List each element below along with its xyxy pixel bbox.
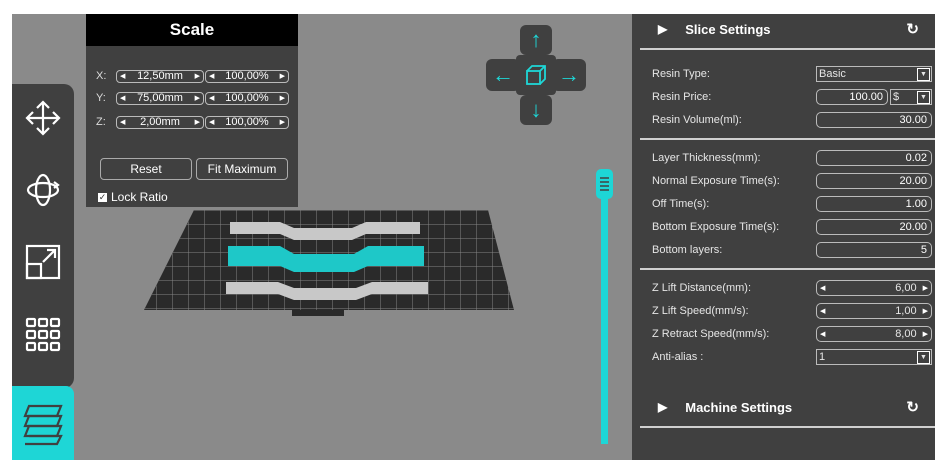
percent-x-stepper[interactable]: ◀ 100,00% ▶ bbox=[205, 69, 289, 83]
anti-alias-row: Anti-alias : 1 ▼ bbox=[652, 349, 932, 367]
rotate-icon[interactable] bbox=[12, 158, 74, 222]
resin-price-field[interactable]: 100.00 bbox=[816, 89, 888, 105]
slice-settings-header[interactable]: ▶ Slice Settings ↻ bbox=[632, 14, 935, 44]
arrow-down-icon[interactable]: ↓ bbox=[520, 95, 552, 125]
view-navigation: ↑ ↓ ← → bbox=[486, 25, 586, 125]
anti-alias-select[interactable]: 1 ▼ bbox=[816, 349, 932, 365]
divider bbox=[640, 426, 935, 428]
resin-type-row: Resin Type: Basic ▼ bbox=[652, 66, 932, 84]
divider bbox=[640, 48, 935, 50]
normal-exposure-row: Normal Exposure Time(s): 20.00 bbox=[652, 173, 932, 191]
machine-settings-header[interactable]: ▶ Machine Settings ↻ bbox=[632, 392, 935, 422]
decrement-icon[interactable]: ◀ bbox=[820, 330, 825, 338]
decrement-icon[interactable]: ◀ bbox=[120, 94, 125, 102]
percent-z-stepper[interactable]: ◀ 100,00% ▶ bbox=[205, 115, 289, 129]
axis-label: Y: bbox=[96, 92, 106, 104]
scale-title: Scale bbox=[86, 14, 298, 46]
bottom-exposure-row: Bottom Exposure Time(s): 20.00 bbox=[652, 219, 932, 237]
decrement-icon[interactable]: ◀ bbox=[820, 284, 825, 292]
z-lift-speed-stepper[interactable]: ◀ 1,00 ▶ bbox=[816, 303, 932, 319]
checkmark-icon[interactable]: ✓ bbox=[98, 192, 107, 202]
decrement-icon[interactable]: ◀ bbox=[120, 72, 125, 80]
decrement-icon[interactable]: ◀ bbox=[209, 72, 214, 80]
increment-icon[interactable]: ▶ bbox=[923, 330, 928, 338]
expand-triangle-icon[interactable]: ▶ bbox=[658, 400, 667, 414]
decrement-icon[interactable]: ◀ bbox=[820, 307, 825, 315]
bottom-layers-field[interactable]: 5 bbox=[816, 242, 932, 258]
z-retract-speed-stepper[interactable]: ◀ 8,00 ▶ bbox=[816, 326, 932, 342]
increment-icon[interactable]: ▶ bbox=[923, 284, 928, 292]
slice-settings-title: Slice Settings bbox=[685, 21, 771, 37]
axis-label: X: bbox=[96, 70, 107, 82]
cube-view-icon[interactable] bbox=[516, 55, 556, 95]
arrow-up-icon[interactable]: ↑ bbox=[520, 25, 552, 55]
decrement-icon[interactable]: ◀ bbox=[209, 118, 214, 126]
axis-label: Z: bbox=[96, 116, 106, 128]
dropdown-arrow-icon[interactable]: ▼ bbox=[917, 351, 930, 364]
currency-select[interactable]: $ ▼ bbox=[890, 89, 932, 105]
scale-icon[interactable] bbox=[12, 230, 74, 294]
increment-icon[interactable]: ▶ bbox=[195, 94, 200, 102]
increment-icon[interactable]: ▶ bbox=[195, 118, 200, 126]
off-time-field[interactable]: 1.00 bbox=[816, 196, 932, 212]
scale-panel: Scale X: ◀ 12,50mm ▶ ◀ 100,00% ▶ Y: ◀ 75… bbox=[86, 14, 298, 207]
layer-thickness-field[interactable]: 0.02 bbox=[816, 150, 932, 166]
size-z-stepper[interactable]: ◀ 2,00mm ▶ bbox=[116, 115, 204, 129]
divider bbox=[640, 268, 935, 270]
scale-row-y: Y: ◀ 75,00mm ▶ ◀ 100,00% ▶ bbox=[96, 90, 289, 106]
expand-triangle-icon[interactable]: ▶ bbox=[658, 22, 667, 36]
scale-row-x: X: ◀ 12,50mm ▶ ◀ 100,00% ▶ bbox=[96, 68, 289, 84]
scale-row-z: Z: ◀ 2,00mm ▶ ◀ 100,00% ▶ bbox=[96, 114, 289, 130]
decrement-icon[interactable]: ◀ bbox=[120, 118, 125, 126]
lock-ratio-checkbox[interactable]: ✓ Lock Ratio bbox=[98, 190, 168, 204]
3d-viewport[interactable]: Scale X: ◀ 12,50mm ▶ ◀ 100,00% ▶ Y: ◀ 75… bbox=[12, 14, 632, 460]
increment-icon[interactable]: ▶ bbox=[280, 118, 285, 126]
settings-panel: ▶ Slice Settings ↻ Resin Type: Basic ▼ R… bbox=[632, 14, 935, 460]
bottom-exposure-field[interactable]: 20.00 bbox=[816, 219, 932, 235]
divider bbox=[640, 138, 935, 140]
resin-volume-field[interactable]: 30.00 bbox=[816, 112, 932, 128]
dropdown-arrow-icon[interactable]: ▼ bbox=[917, 68, 930, 81]
off-time-row: Off Time(s): 1.00 bbox=[652, 196, 932, 214]
layer-thickness-row: Layer Thickness(mm): 0.02 bbox=[652, 150, 932, 168]
percent-y-stepper[interactable]: ◀ 100,00% ▶ bbox=[205, 91, 289, 105]
reset-button[interactable]: Reset bbox=[100, 158, 192, 180]
increment-icon[interactable]: ▶ bbox=[923, 307, 928, 315]
resin-volume-row: Resin Volume(ml): 30.00 bbox=[652, 112, 932, 130]
increment-icon[interactable]: ▶ bbox=[280, 94, 285, 102]
z-lift-speed-row: Z Lift Speed(mm/s): ◀ 1,00 ▶ bbox=[652, 303, 932, 321]
arrow-right-icon[interactable]: → bbox=[552, 59, 586, 91]
normal-exposure-field[interactable]: 20.00 bbox=[816, 173, 932, 189]
resin-price-row: Resin Price: 100.00 $ ▼ bbox=[652, 89, 932, 107]
lock-ratio-label: Lock Ratio bbox=[111, 190, 168, 204]
layer-slider-track[interactable] bbox=[601, 192, 608, 444]
move-icon[interactable] bbox=[12, 86, 74, 150]
arrange-icon[interactable] bbox=[12, 302, 74, 366]
refresh-icon[interactable]: ↻ bbox=[906, 20, 919, 38]
resin-type-select[interactable]: Basic ▼ bbox=[816, 66, 932, 82]
bottom-layers-row: Bottom layers: 5 bbox=[652, 242, 932, 260]
z-lift-distance-row: Z Lift Distance(mm): ◀ 6,00 ▶ bbox=[652, 280, 932, 298]
increment-icon[interactable]: ▶ bbox=[280, 72, 285, 80]
layers-icon[interactable] bbox=[12, 386, 74, 460]
dropdown-arrow-icon[interactable]: ▼ bbox=[917, 91, 930, 104]
refresh-icon[interactable]: ↻ bbox=[906, 398, 919, 416]
size-y-stepper[interactable]: ◀ 75,00mm ▶ bbox=[116, 91, 204, 105]
z-lift-distance-stepper[interactable]: ◀ 6,00 ▶ bbox=[816, 280, 932, 296]
increment-icon[interactable]: ▶ bbox=[195, 72, 200, 80]
arrow-left-icon[interactable]: ← bbox=[486, 59, 520, 91]
z-retract-speed-row: Z Retract Speed(mm/s): ◀ 8,00 ▶ bbox=[652, 326, 932, 344]
fit-maximum-button[interactable]: Fit Maximum bbox=[196, 158, 288, 180]
layer-slider-handle[interactable] bbox=[596, 169, 613, 199]
decrement-icon[interactable]: ◀ bbox=[209, 94, 214, 102]
size-x-stepper[interactable]: ◀ 12,50mm ▶ bbox=[116, 69, 204, 83]
machine-settings-title: Machine Settings bbox=[685, 399, 793, 415]
